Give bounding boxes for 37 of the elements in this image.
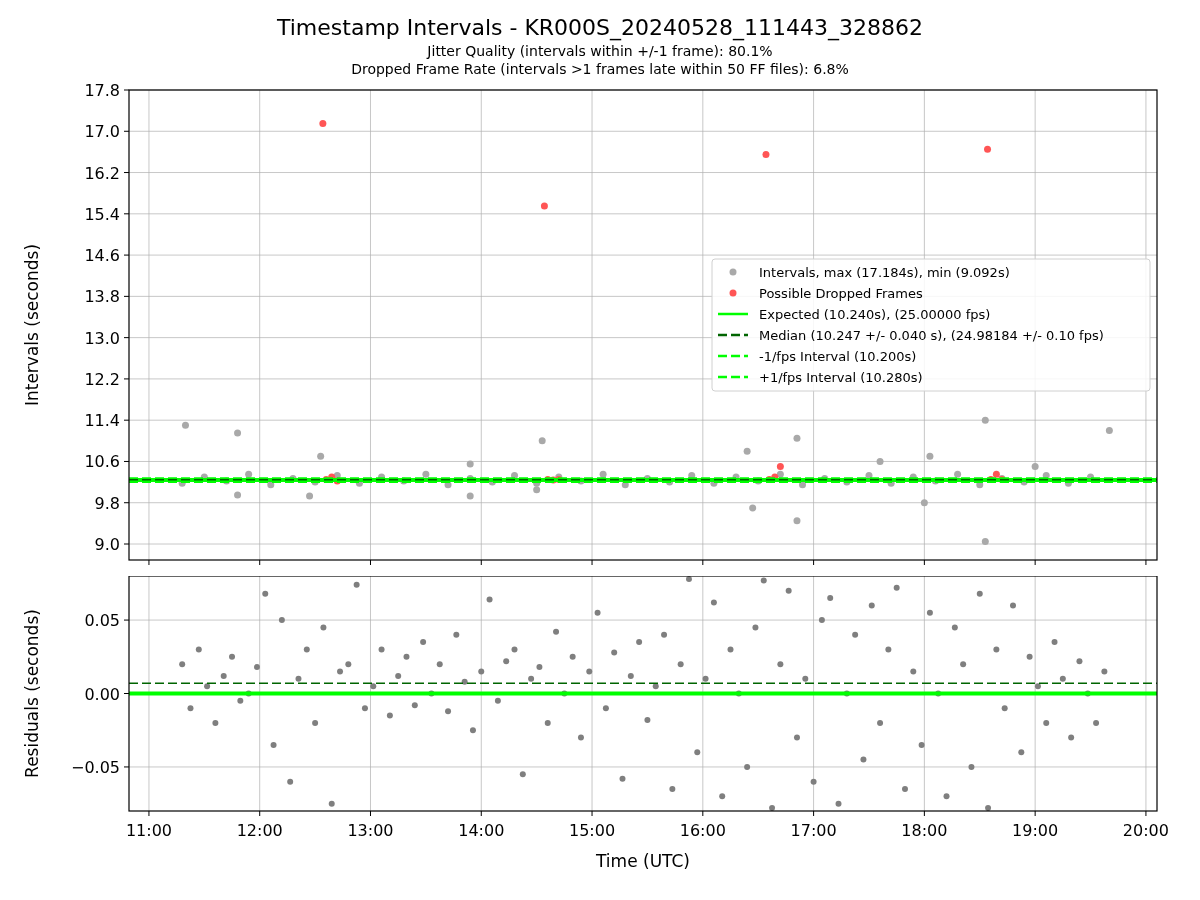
x-tick-label: 14:00 <box>458 821 505 840</box>
y-tick-label: −0.05 <box>70 757 120 777</box>
y-tick-label: 14.6 <box>84 246 120 266</box>
legend-label: Expected (10.240s), (25.00000 fps) <box>759 306 991 322</box>
chart-subtitle: Jitter Quality (intervals within +/-1 frame): 80.1% <box>427 42 773 60</box>
y-tick-label: 0.00 <box>84 684 120 704</box>
y-tick-label: 10.6 <box>84 452 120 472</box>
y-axis-label: Intervals (seconds) <box>22 243 42 407</box>
chart-subtitle: Dropped Frame Rate (intervals >1 frames late within 50 FF files): 6.8% <box>351 60 849 78</box>
y-tick-label: 13.0 <box>84 328 120 348</box>
y-tick-label: 9.0 <box>94 535 120 554</box>
chart-title: Timestamp Intervals - KR000S_20240528_111443_328862 <box>276 14 923 42</box>
legend-label: Median (10.247 +/- 0.040 s), (24.98184 +/- 0.10 fps) <box>759 327 1104 343</box>
legend-label: Possible Dropped Frames <box>759 285 923 301</box>
x-tick-label: 17:00 <box>790 821 837 840</box>
y-tick-label: 0.05 <box>84 611 120 631</box>
y-tick-label: 13.8 <box>84 287 120 307</box>
y-tick-label: 17.8 <box>84 81 120 100</box>
y-tick-label: 11.4 <box>84 411 120 431</box>
y-tick-label: 15.4 <box>84 204 120 224</box>
y-axis-label: Residuals (seconds) <box>22 609 42 778</box>
legend-label: +1/fps Interval (10.280s) <box>759 369 923 385</box>
legend-label: -1/fps Interval (10.200s) <box>759 348 917 364</box>
x-tick-label: 20:00 <box>1122 821 1169 840</box>
x-tick-label: 11:00 <box>125 821 172 840</box>
y-tick-label: 16.2 <box>84 163 120 183</box>
x-tick-label: 12:00 <box>236 821 283 840</box>
x-tick-label: 18:00 <box>901 821 948 840</box>
x-tick-label: 15:00 <box>569 821 616 840</box>
x-tick-label: 19:00 <box>1012 821 1059 840</box>
x-tick-label: 13:00 <box>347 821 394 840</box>
legend-label: Intervals, max (17.184s), min (9.092s) <box>759 264 1010 280</box>
y-tick-label: 9.8 <box>94 493 120 513</box>
x-axis-label: Time (UTC) <box>596 851 690 871</box>
y-tick-label: 12.2 <box>84 369 120 389</box>
x-tick-label: 16:00 <box>679 821 726 840</box>
y-tick-label: 17.0 <box>84 122 120 142</box>
